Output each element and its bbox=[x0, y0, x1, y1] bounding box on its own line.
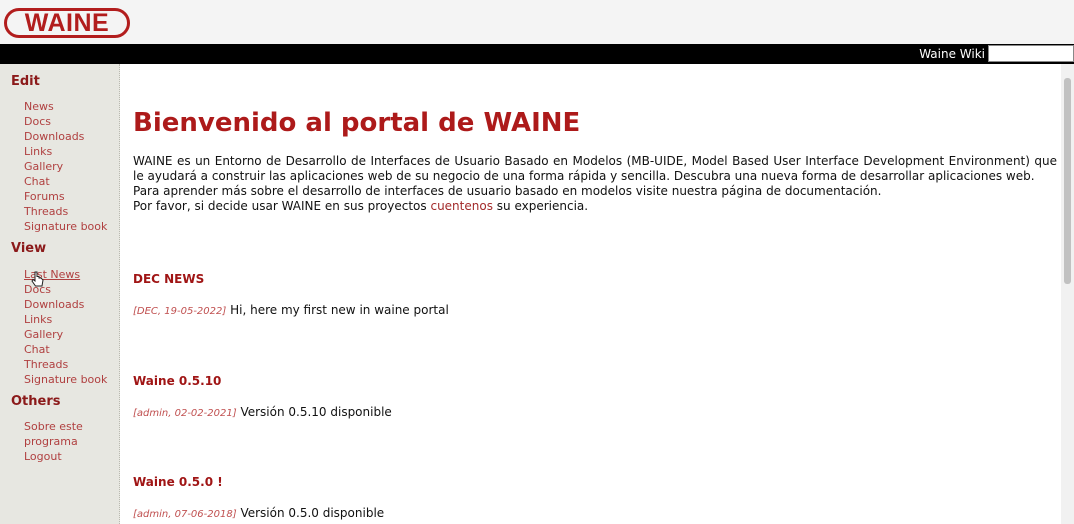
view-item-threads[interactable]: Threads bbox=[24, 357, 107, 372]
waine-wiki-link[interactable]: Waine Wiki bbox=[919, 46, 985, 62]
sidebar-section-view: View bbox=[11, 241, 47, 256]
top-black-bar bbox=[0, 44, 1074, 64]
page-title: Bienvenido al portal de WAINE bbox=[133, 108, 581, 138]
view-item-downloads[interactable]: Downloads bbox=[24, 297, 107, 312]
intro-paragraph-2: Para aprender más sobre el desarrollo de… bbox=[133, 184, 882, 198]
edit-item-signature-book[interactable]: Signature book bbox=[24, 219, 107, 234]
wiki-search-input[interactable] bbox=[988, 45, 1074, 62]
view-item-links[interactable]: Links bbox=[24, 312, 107, 327]
intro-p3-text-after: su experiencia. bbox=[492, 199, 589, 213]
news-title-0510[interactable]: Waine 0.5.10 bbox=[133, 374, 221, 388]
sidebar-section-others: Others bbox=[11, 394, 61, 409]
news-meta: [admin, 07-06-2018] bbox=[133, 509, 237, 520]
news-meta: [admin, 02-02-2021] bbox=[133, 408, 237, 419]
news-entry-dec: [DEC, 19-05-2022] Hi, here my first new … bbox=[133, 303, 449, 317]
news-title-050[interactable]: Waine 0.5.0 ! bbox=[133, 475, 223, 489]
edit-item-gallery[interactable]: Gallery bbox=[24, 159, 107, 174]
edit-item-chat[interactable]: Chat bbox=[24, 174, 107, 189]
news-entry-050: [admin, 07-06-2018] Versión 0.5.0 dispon… bbox=[133, 506, 384, 520]
view-item-gallery[interactable]: Gallery bbox=[24, 327, 107, 342]
cuentenos-link[interactable]: cuentenos bbox=[430, 199, 492, 213]
intro-paragraph-1: WAINE es un Entorno de Desarrollo de Int… bbox=[133, 154, 1057, 183]
scrollbar-thumb[interactable] bbox=[1064, 78, 1071, 284]
sidebar: Edit News Docs Downloads Links Gallery C… bbox=[0, 64, 120, 524]
others-menu: Sobre este programa Logout bbox=[24, 419, 83, 464]
news-title-dec[interactable]: DEC NEWS bbox=[133, 272, 204, 286]
others-item-logout[interactable]: Logout bbox=[24, 449, 83, 464]
edit-menu: News Docs Downloads Links Gallery Chat F… bbox=[24, 99, 107, 234]
top-header: WAINE bbox=[0, 0, 1074, 44]
edit-item-news[interactable]: News bbox=[24, 99, 107, 114]
others-item-sobre-line1[interactable]: Sobre este bbox=[24, 419, 83, 434]
main-content: Bienvenido al portal de WAINE WAINE es u… bbox=[121, 64, 1061, 524]
edit-item-docs[interactable]: Docs bbox=[24, 114, 107, 129]
intro-p3-text-before: Por favor, si decide usar WAINE en sus p… bbox=[133, 199, 431, 213]
intro-text: WAINE es un Entorno de Desarrollo de Int… bbox=[133, 154, 1057, 214]
view-item-chat[interactable]: Chat bbox=[24, 342, 107, 357]
view-item-signature-book[interactable]: Signature book bbox=[24, 372, 107, 387]
waine-logo[interactable]: WAINE bbox=[4, 8, 130, 38]
intro-paragraph-3: Por favor, si decide usar WAINE en sus p… bbox=[133, 199, 1057, 214]
news-text: Versión 0.5.0 disponible bbox=[240, 506, 385, 520]
edit-item-threads[interactable]: Threads bbox=[24, 204, 107, 219]
vertical-scrollbar[interactable] bbox=[1061, 64, 1074, 524]
hand-pointer-icon bbox=[31, 271, 44, 287]
news-meta: [DEC, 19-05-2022] bbox=[133, 306, 227, 317]
news-entry-0510: [admin, 02-02-2021] Versión 0.5.10 dispo… bbox=[133, 405, 392, 419]
edit-item-downloads[interactable]: Downloads bbox=[24, 129, 107, 144]
edit-item-forums[interactable]: Forums bbox=[24, 189, 107, 204]
sidebar-section-edit: Edit bbox=[11, 74, 40, 89]
news-text: Hi, here my first new in waine portal bbox=[230, 303, 449, 317]
news-text: Versión 0.5.10 disponible bbox=[240, 405, 392, 419]
edit-item-links[interactable]: Links bbox=[24, 144, 107, 159]
others-item-sobre-line2[interactable]: programa bbox=[24, 434, 83, 449]
